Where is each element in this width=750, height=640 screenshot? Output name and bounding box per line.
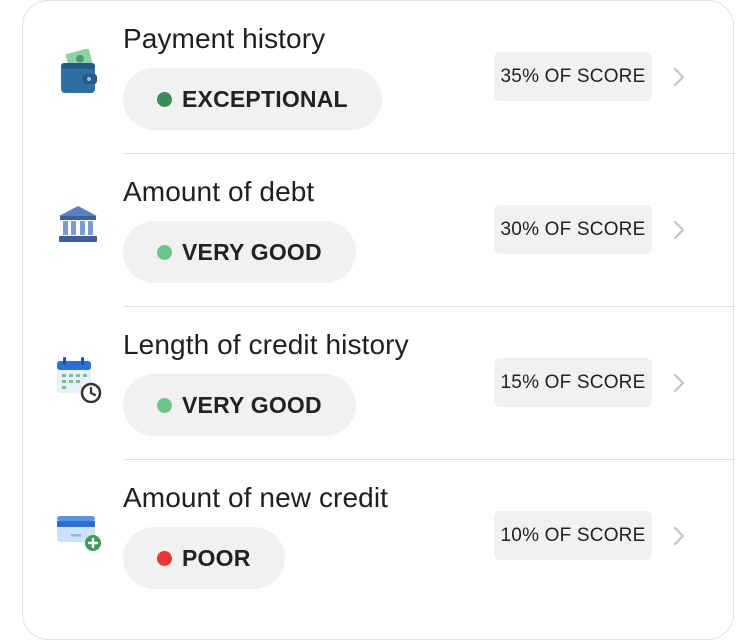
chevron-right-icon[interactable] — [669, 524, 689, 548]
status-dot — [157, 91, 172, 107]
score-weight-badge: 35% OF SCORE — [494, 52, 652, 101]
credit-factors-card: Payment history EXCEPTIONAL 35% OF SCORE… — [22, 0, 735, 640]
factor-row-payment-history[interactable]: Payment history EXCEPTIONAL 35% OF SCORE — [23, 1, 735, 154]
factor-row-amount-of-new-credit[interactable]: Amount of new credit POOR 10% OF SCORE — [23, 460, 735, 613]
score-weight-badge: 15% OF SCORE — [494, 358, 652, 407]
status-badge: EXCEPTIONAL — [123, 68, 382, 130]
factor-title: Length of credit history — [123, 329, 409, 360]
credit-card-add-icon — [53, 506, 103, 556]
status-badge: VERY GOOD — [123, 374, 356, 436]
status-dot — [157, 397, 172, 413]
status-dot — [157, 550, 172, 566]
score-weight-badge: 30% OF SCORE — [494, 205, 652, 254]
factor-title: Payment history — [123, 23, 326, 54]
status-label: VERY GOOD — [182, 238, 322, 265]
calendar-clock-icon — [53, 353, 103, 404]
chevron-right-icon[interactable] — [669, 65, 689, 89]
status-badge: VERY GOOD — [123, 221, 356, 283]
score-weight-badge: 10% OF SCORE — [494, 511, 652, 560]
status-badge: POOR — [123, 527, 285, 589]
factor-title: Amount of new credit — [123, 482, 389, 513]
chevron-right-icon[interactable] — [669, 371, 689, 395]
factor-row-amount-of-debt[interactable]: Amount of debt VERY GOOD 30% OF SCORE — [23, 154, 735, 307]
factor-title: Amount of debt — [123, 176, 315, 207]
status-label: VERY GOOD — [182, 391, 322, 418]
chevron-right-icon[interactable] — [669, 218, 689, 242]
wallet-icon — [53, 47, 103, 97]
status-dot — [157, 244, 172, 260]
status-label: POOR — [182, 544, 251, 571]
factor-row-length-of-credit-history[interactable]: Length of credit history VERY GOOD 15% O… — [23, 307, 735, 460]
status-label: EXCEPTIONAL — [182, 85, 348, 112]
bank-icon — [53, 200, 103, 250]
